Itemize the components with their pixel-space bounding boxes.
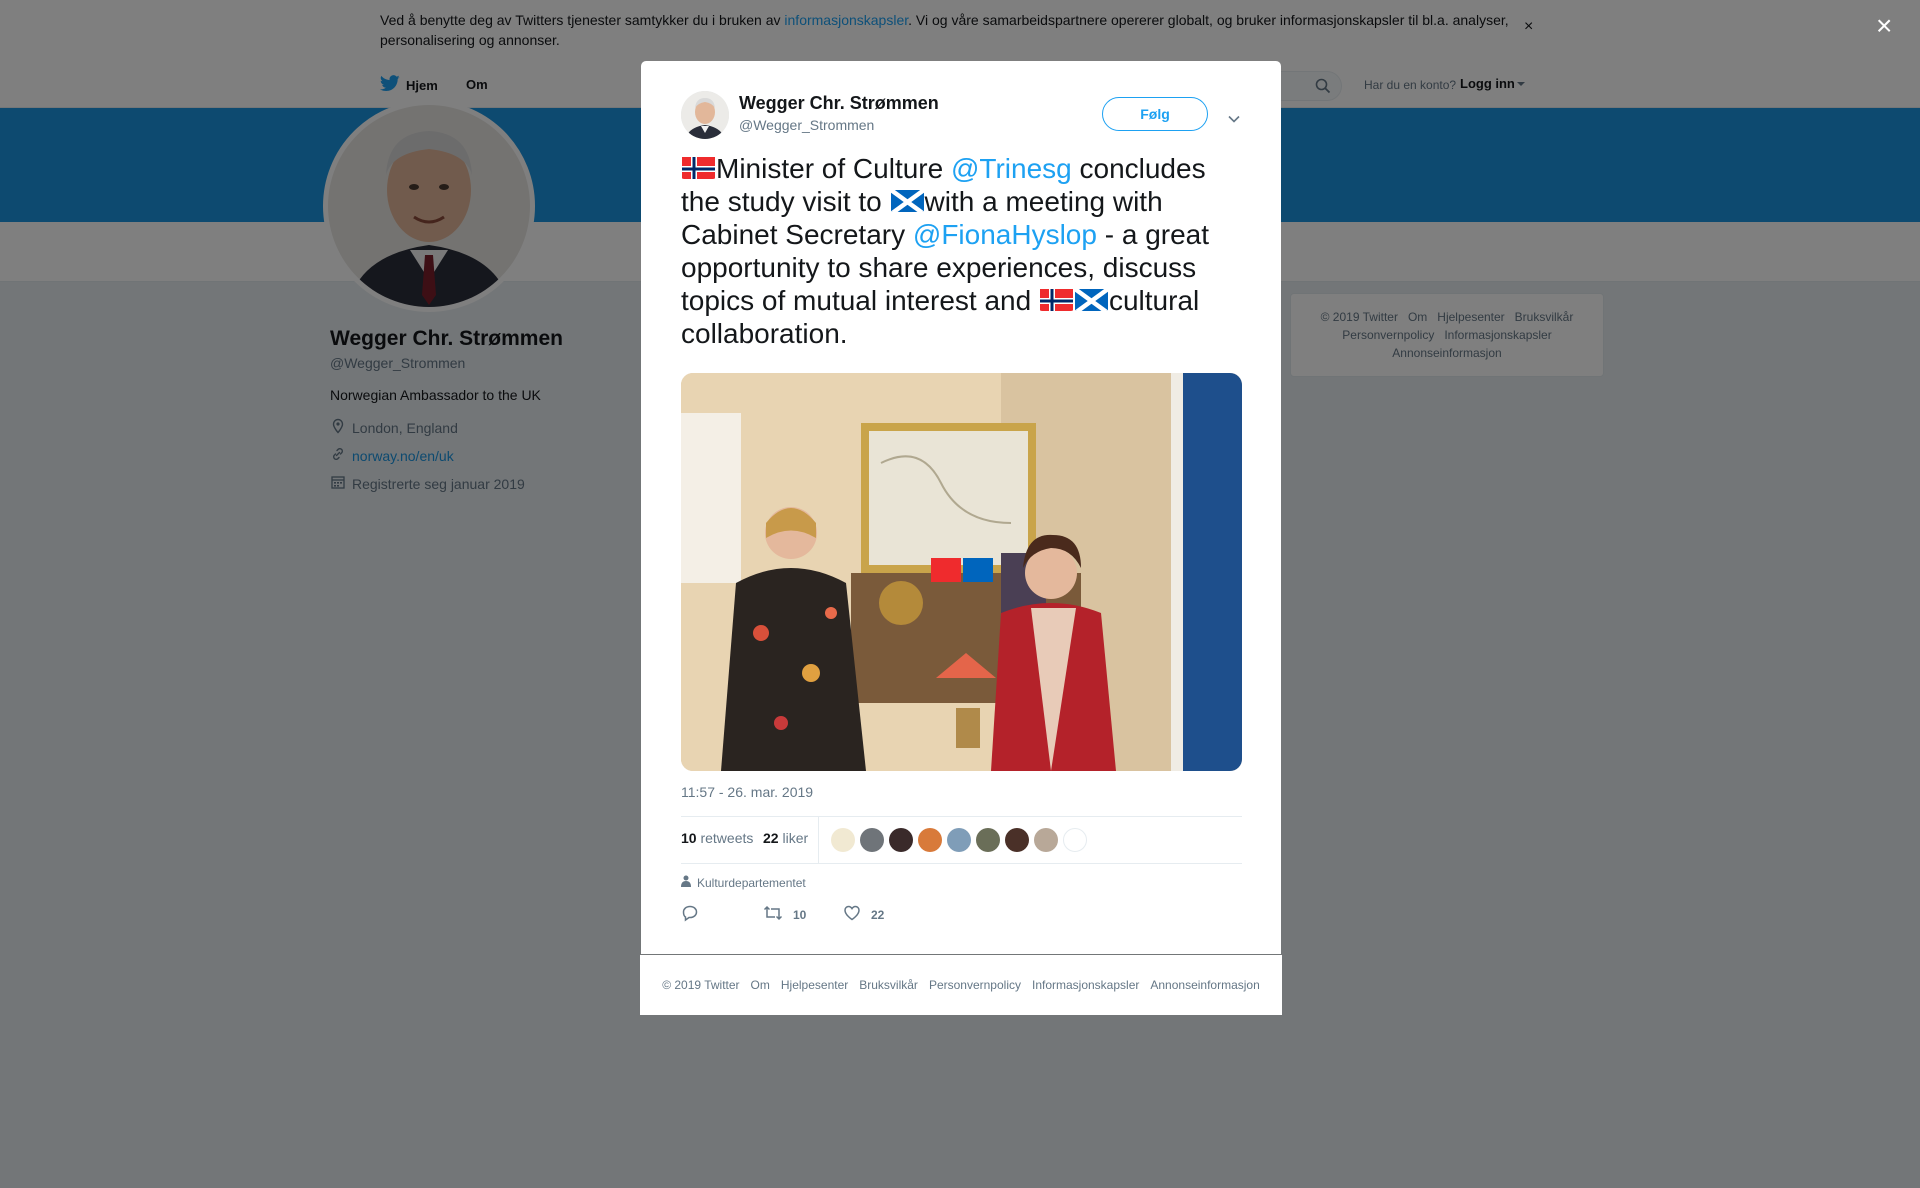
- heart-icon: [843, 904, 861, 925]
- retweet-icon: [763, 904, 783, 925]
- modal-footer-ads-link[interactable]: Annonseinformasjon: [1150, 978, 1259, 992]
- scotland-flag-icon: [889, 188, 925, 212]
- tweet-text-part: Minister of Culture: [716, 153, 951, 184]
- likers-avatars: [831, 828, 1087, 852]
- liker-avatar[interactable]: [1063, 828, 1087, 852]
- liker-avatar[interactable]: [889, 828, 913, 852]
- liker-avatar[interactable]: [831, 828, 855, 852]
- scotland-flag-icon: [1073, 287, 1109, 311]
- modal-footer-copyright: © 2019 Twitter: [662, 978, 740, 992]
- stats-divider: [818, 817, 819, 863]
- person-icon: [681, 875, 691, 890]
- modal-footer-about-link[interactable]: Om: [751, 978, 770, 992]
- mention-link-trinesg[interactable]: @Trinesg: [951, 153, 1072, 184]
- reply-icon: [681, 904, 699, 925]
- retweet-count: 10: [793, 907, 807, 922]
- likes-stat[interactable]: 22 liker: [763, 830, 808, 846]
- liker-avatar[interactable]: [860, 828, 884, 852]
- tweet-author-name[interactable]: Wegger Chr. Strømmen: [739, 93, 939, 114]
- norway-flag-icon: [681, 155, 716, 179]
- like-count: 22: [871, 907, 885, 922]
- liker-avatar[interactable]: [947, 828, 971, 852]
- liker-avatar[interactable]: [976, 828, 1000, 852]
- liker-avatar[interactable]: [1005, 828, 1029, 852]
- tweet-photo[interactable]: [681, 373, 1242, 771]
- modal-footer-privacy-link[interactable]: Personvernpolicy: [929, 978, 1021, 992]
- tweet-source[interactable]: Kulturdepartementet: [681, 875, 806, 890]
- liker-avatar[interactable]: [918, 828, 942, 852]
- tweet-timestamp[interactable]: 11:57 - 26. mar. 2019: [681, 784, 813, 800]
- retweets-stat[interactable]: 10 retweets: [681, 830, 753, 846]
- reply-button[interactable]: [681, 904, 699, 925]
- tweet-author-handle[interactable]: @Wegger_Strommen: [739, 117, 874, 133]
- retweets-label: retweets: [700, 830, 754, 846]
- liker-avatar[interactable]: [1034, 828, 1058, 852]
- retweet-button[interactable]: 10: [763, 904, 806, 925]
- modal-footer-terms-link[interactable]: Bruksvilkår: [859, 978, 918, 992]
- close-modal-button[interactable]: ×: [1876, 12, 1892, 40]
- tweet-text: Minister of Culture @Trinesg concludes t…: [681, 152, 1241, 350]
- likes-label: liker: [782, 830, 809, 846]
- likes-count: 22: [763, 830, 779, 846]
- tweet-stats: 10 retweets 22 liker: [681, 816, 1242, 864]
- tweet-modal: Wegger Chr. Strømmen @Wegger_Strommen Fø…: [641, 61, 1281, 954]
- tweet-actions: 10 22: [681, 904, 1081, 928]
- norway-flag-icon: [1039, 287, 1074, 311]
- retweets-count: 10: [681, 830, 697, 846]
- tweet-author-avatar[interactable]: [681, 91, 729, 139]
- chevron-down-icon[interactable]: [1227, 111, 1241, 129]
- mention-link-fionahyslop[interactable]: @FionaHyslop: [913, 219, 1097, 250]
- modal-footer: © 2019 Twitter Om Hjelpesenter Bruksvilk…: [640, 955, 1282, 1015]
- modal-footer-cookies-link[interactable]: Informasjonskapsler: [1032, 978, 1139, 992]
- modal-footer-help-link[interactable]: Hjelpesenter: [781, 978, 848, 992]
- follow-button[interactable]: Følg: [1102, 97, 1208, 131]
- like-button[interactable]: 22: [843, 904, 884, 925]
- tweet-source-text: Kulturdepartementet: [697, 875, 806, 890]
